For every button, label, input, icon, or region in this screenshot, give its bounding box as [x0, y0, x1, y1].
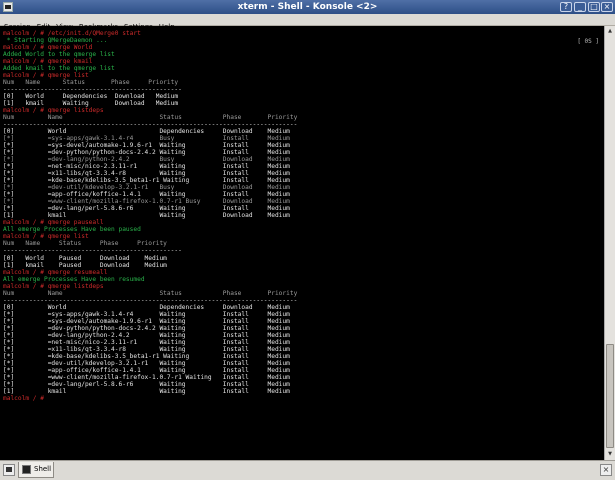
terminal-line: [*] =dev-lang/perl-5.8.6-r6 Waiting Inst… [3, 205, 290, 213]
terminal-line: [*] =www-client/mozilla-firefox-1.0.7-r1… [3, 198, 290, 206]
terminal-line: ----------------------------------------… [3, 86, 182, 94]
terminal-line: * Starting QMergeDaemon ... [3, 37, 108, 45]
new-session-icon[interactable] [3, 464, 15, 476]
terminal-line: Added kmail to the qmerge list [3, 65, 115, 73]
tab-shell[interactable]: Shell [18, 462, 54, 478]
terminal-line: [*] =dev-util/kdevelop-3.2.1-r1 Busy Dow… [3, 184, 290, 192]
help-button[interactable]: ? [560, 2, 572, 12]
terminal-line: [0] World Paused Download Medium [3, 254, 167, 262]
terminal-line: malcolm / # qmerge kmail [3, 58, 93, 66]
terminal-line: [*] =www-client/mozilla-firefox-1.0.7-r1… [3, 373, 290, 381]
terminal-line: [1] kmail Paused Download Medium [3, 261, 167, 269]
scrollbar-thumb[interactable] [606, 344, 614, 448]
terminal-line: [1] kmail Waiting Download Medium [3, 212, 290, 220]
terminal-icon [22, 465, 31, 474]
terminal-line: [*] =app-office/koffice-1.4.1 Waiting In… [3, 191, 290, 199]
terminal-line: [*] =x11-libs/qt-3.3.4-r8 Waiting Instal… [3, 170, 290, 178]
terminal-line: [*] =dev-python/python-docs-2.4.2 Waitin… [3, 324, 290, 332]
scroll-down-icon[interactable]: ▼ [606, 452, 614, 457]
terminal-scrollbar[interactable]: ▲ ▼ [604, 26, 615, 460]
terminal-indicator: [ 0S ] [577, 38, 599, 45]
terminal-line: Added World to the qmerge list [3, 51, 115, 59]
terminal-line: Num Name Status Phase Priority [3, 240, 167, 248]
tab-label: Shell [34, 465, 52, 473]
terminal-line: Num Name Status Phase Priority [3, 79, 179, 87]
terminal-output[interactable]: malcolm / # /etc/init.d/QMerge0 start * … [0, 26, 604, 460]
maximize-button[interactable]: □ [588, 2, 600, 12]
terminal-line: [*] =x11-libs/qt-3.3.4-r8 Waiting Instal… [3, 345, 290, 353]
terminal-line: [*] =dev-lang/python-2.4.2 Busy Download… [3, 156, 290, 164]
terminal-line: [0] World Dependencies Download Medium [3, 128, 290, 136]
menu-bar: SessionEditViewBookmarksSettingsHelp [0, 14, 615, 31]
terminal-line: [*] =net-misc/nico-2.3.11-r1 Waiting Ins… [3, 163, 290, 171]
terminal-line: ----------------------------------------… [3, 296, 298, 304]
terminal-line: malcolm / # qmerge list [3, 72, 89, 80]
terminal-line: [*] =dev-util/kdevelop-3.2.1-r1 Waiting … [3, 359, 290, 367]
window-title: xterm - Shell - Konsole <2> [237, 2, 378, 12]
terminal-line: [*] =app-office/koffice-1.4.1 Waiting In… [3, 366, 290, 374]
terminal-line: [1] kmail Waiting Download Medium [3, 100, 179, 108]
terminal-line: malcolm / # qmerge pauseall [3, 219, 104, 227]
close-session-icon[interactable]: × [600, 464, 612, 476]
terminal-line: ----------------------------------------… [3, 121, 298, 129]
terminal-line: malcolm / # qmerge list [3, 233, 89, 241]
terminal-line: [*] =kde-base/kdelibs-3.5_beta1-r1 Waiti… [3, 352, 290, 360]
terminal-line: malcolm / # /etc/init.d/QMerge0 start [3, 30, 141, 37]
terminal-line: [*] =dev-lang/perl-5.8.6-r6 Waiting Inst… [3, 380, 290, 388]
terminal-line: malcolm / # qmerge resumeall [3, 268, 108, 276]
terminal-line: [0] World Dependencies Download Medium [3, 93, 179, 101]
terminal-line: All emerge Processes Have been paused [3, 226, 141, 234]
terminal-line: Num Name Status Phase Priority [3, 114, 298, 122]
terminal-line: malcolm / # qmerge listdeps [3, 107, 104, 115]
terminal-line: Num Name Status Phase Priority [3, 289, 298, 297]
terminal-line: [*] =sys-apps/gawk-3.1.4-r4 Busy Install… [3, 135, 290, 143]
terminal-line: malcolm / # [3, 394, 48, 402]
terminal-line: All emerge Processes Have been resumed [3, 275, 145, 283]
minimize-button[interactable]: _ [574, 2, 586, 12]
terminal-line: [*] =net-misc/nico-2.3.11-r1 Waiting Ins… [3, 338, 290, 346]
terminal-line: [*] =sys-apps/gawk-3.1.4-r4 Waiting Inst… [3, 310, 290, 318]
terminal-line: [*] =dev-lang/python-2.4.2 Waiting Insta… [3, 331, 290, 339]
close-button[interactable]: × [601, 2, 613, 12]
terminal-line: [*] =sys-devel/automake-1.9.6-r1 Waiting… [3, 142, 290, 150]
terminal-lines: malcolm / # /etc/init.d/QMerge0 start * … [3, 30, 297, 402]
terminal-line: malcolm / # qmerge World [3, 44, 93, 52]
terminal-line: [1] kmail Waiting Install Medium [3, 387, 290, 395]
window-titlebar[interactable]: xterm - Shell - Konsole <2> ? _ □ × [0, 0, 615, 14]
terminal-line: [*] =kde-base/kdelibs-3.5_beta1-r1 Waiti… [3, 177, 290, 185]
terminal-line: malcolm / # qmerge listdeps [3, 282, 104, 290]
terminal-line: ----------------------------------------… [3, 247, 182, 255]
scroll-up-icon[interactable]: ▲ [606, 29, 614, 34]
session-tab-bar: Shell × [0, 460, 615, 480]
terminal-line: [*] =sys-devel/automake-1.9.6-r1 Waiting… [3, 317, 290, 325]
terminal-line: [*] =dev-python/python-docs-2.4.2 Waitin… [3, 149, 290, 157]
terminal-line: [0] World Dependencies Download Medium [3, 303, 290, 311]
